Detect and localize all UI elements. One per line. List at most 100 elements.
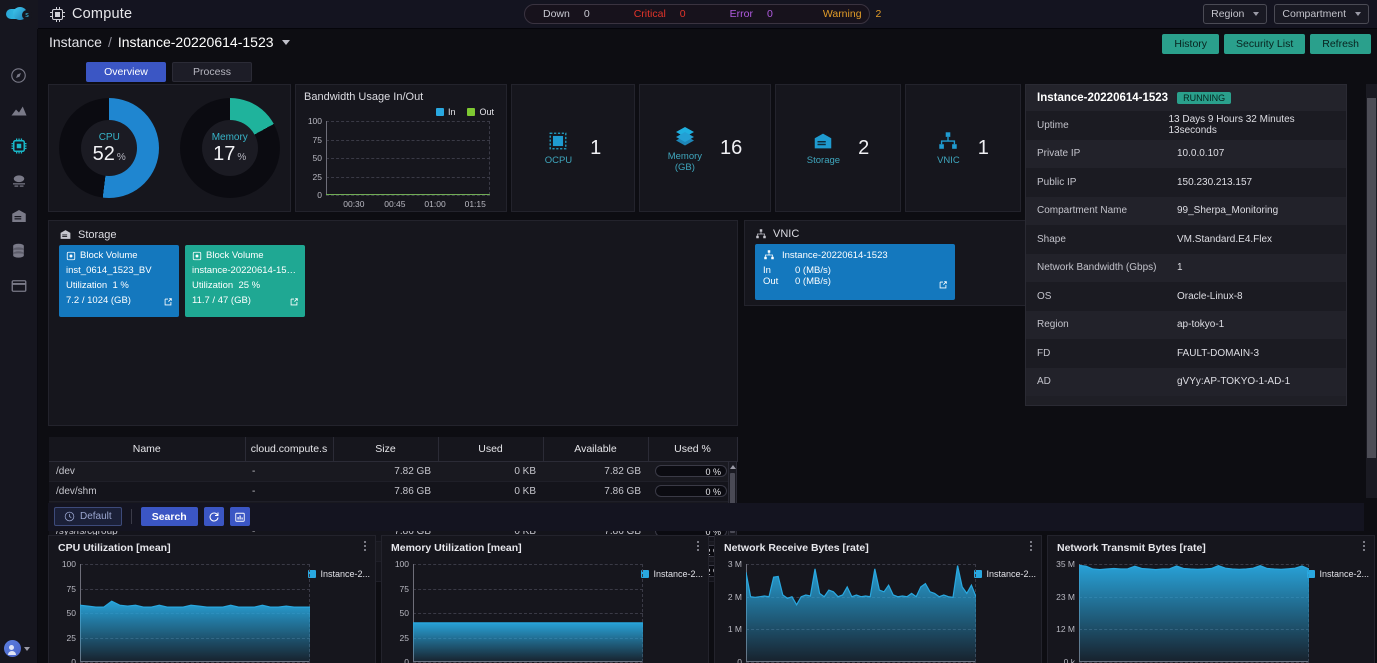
tab-process[interactable]: Process <box>172 62 252 82</box>
storage-icon <box>815 133 832 149</box>
chart-menu-icon[interactable] <box>1030 541 1032 551</box>
app-title: Compute <box>72 6 133 22</box>
external-link-icon[interactable] <box>289 294 299 312</box>
breadcrumb-row: Instance / Instance-20220614-1523 Histor… <box>38 29 1377 58</box>
sidebar-item-storage[interactable] <box>0 198 38 233</box>
metric-card-vnic[interactable]: VNIC 1 <box>905 84 1021 212</box>
history-button[interactable]: History <box>1162 34 1220 54</box>
chart-legend[interactable]: Instance-2... <box>1307 569 1369 579</box>
x-tick-label: 01:15 <box>464 199 486 209</box>
table-header-cell[interactable]: Size <box>333 437 439 462</box>
breadcrumb-current: Instance-20220614-1523 <box>117 34 274 50</box>
compartment-select[interactable]: Compartment <box>1274 4 1369 24</box>
chart-menu-icon[interactable] <box>1363 541 1365 551</box>
chart-menu-icon[interactable] <box>697 541 699 551</box>
cloud-network-icon <box>12 174 25 187</box>
y-tick-label: 100 <box>394 559 409 569</box>
chart-card-network-transmit: Network Transmit Bytes [rate] Instance-2… <box>1047 535 1375 663</box>
y-tick-label: 75 <box>312 134 322 145</box>
table-header-cell[interactable]: cloud.compute.s <box>245 437 334 462</box>
status-badge: RUNNING <box>1177 92 1232 104</box>
status-down[interactable]: Down 0 <box>543 8 590 20</box>
table-row[interactable]: /dev - 7.82 GB 0 KB 7.82 GB 0 % <box>49 461 737 482</box>
chevron-down-icon[interactable] <box>281 39 290 45</box>
chart-add-icon <box>235 512 245 522</box>
instance-detail-title: Instance-20220614-1523 <box>1037 92 1169 104</box>
status-warning[interactable]: Warning 2 <box>823 8 882 20</box>
content-scrollbar[interactable] <box>1366 84 1377 498</box>
chart-legend-label: Instance-2... <box>1319 569 1369 579</box>
sidebar-item-compass[interactable] <box>0 58 38 93</box>
table-header-cell[interactable]: Name <box>49 437 246 462</box>
status-critical[interactable]: Critical 0 <box>634 8 686 20</box>
breadcrumb-root[interactable]: Instance <box>49 34 102 50</box>
block-volume-icon <box>192 251 202 260</box>
chart-legend[interactable]: Instance-2... <box>974 569 1036 579</box>
block-volume-icon <box>66 251 76 260</box>
table-header-cell[interactable]: Used % <box>648 437 738 462</box>
metric-card-storage-value: 2 <box>858 136 870 159</box>
page-actions: History Security List Refresh <box>1162 34 1371 54</box>
table-row[interactable]: /dev/shm - 7.86 GB 0 KB 7.86 GB 0 % <box>49 481 737 502</box>
logo-letter: s <box>22 10 32 20</box>
compute-chip-icon <box>11 138 26 153</box>
y-tick-label: 0 <box>317 190 322 200</box>
sidebar-item-database[interactable] <box>0 233 38 268</box>
breadcrumb-separator: / <box>107 34 112 50</box>
external-link-icon[interactable] <box>938 277 948 295</box>
chart-legend[interactable]: Instance-2... <box>308 569 370 579</box>
detail-key: Uptime <box>1037 119 1069 131</box>
metric-card-memory[interactable]: Memory (GB) 16 <box>639 84 771 212</box>
cell-volume: - <box>245 481 333 502</box>
add-chart-button[interactable] <box>229 507 250 526</box>
refresh-icon-button[interactable] <box>203 507 224 526</box>
gauge-memory-label: Memory <box>211 132 248 143</box>
chart-menu-icon[interactable] <box>364 541 366 551</box>
table-header-cell[interactable]: Available <box>543 437 649 462</box>
app-logo[interactable]: s <box>0 0 38 29</box>
user-menu[interactable] <box>4 640 30 657</box>
refresh-button[interactable]: Refresh <box>1310 34 1371 54</box>
bandwidth-legend: In Out <box>435 107 494 117</box>
sidebar-item-network[interactable] <box>0 163 38 198</box>
detail-row: Compartment Name 99_Sherpa_Monitoring <box>1026 196 1346 225</box>
compartment-select-label: Compartment <box>1282 8 1346 20</box>
default-time-range-button[interactable]: Default <box>54 507 122 526</box>
volume-card[interactable]: Block Volume instance-20220614-1523... U… <box>185 245 305 317</box>
volume-card[interactable]: Block Volume inst_0614_1523_BV Utilizati… <box>59 245 179 317</box>
legend-in[interactable]: In <box>435 107 455 117</box>
search-button[interactable]: Search <box>140 507 198 526</box>
vnic-card[interactable]: Instance-20220614-1523 In 0 (MB/s) Out 0 (… <box>755 244 955 300</box>
sidebar-item-compute[interactable] <box>0 128 38 163</box>
status-error[interactable]: Error 0 <box>730 8 773 20</box>
gauge-cpu-label: CPU <box>98 132 120 143</box>
sidebar-item-card[interactable] <box>0 268 38 303</box>
ocpu-icon <box>549 132 567 150</box>
scroll-up-arrow-icon[interactable] <box>729 463 736 471</box>
metric-card-storage-label: Storage <box>806 155 841 166</box>
y-tick-label: 0 <box>404 657 409 663</box>
sidebar-item-analytics[interactable] <box>0 93 38 128</box>
detail-row: AD gVYy:AP-TOKYO-1-AD-1 <box>1026 367 1346 396</box>
table-header-cell[interactable]: Used <box>438 437 544 462</box>
chart-plot-area: 025507510000:3000:4501:0001:15 <box>62 559 310 663</box>
status-critical-value: 0 <box>679 8 686 20</box>
y-tick-label: 0 <box>737 657 742 663</box>
tab-bar: Overview Process <box>86 62 252 82</box>
chart-legend[interactable]: Instance-2... <box>641 569 703 579</box>
cell-used-pct: 0 % <box>648 461 737 482</box>
tab-overview[interactable]: Overview <box>86 62 166 82</box>
metric-card-storage[interactable]: Storage 2 <box>775 84 901 212</box>
chart-legend-label: Instance-2... <box>653 569 703 579</box>
chart-card-network-receive: Network Receive Bytes [rate] Instance-2.… <box>714 535 1042 663</box>
gauge-cpu: CPU 52% <box>59 98 160 198</box>
x-tick-label: 00:45 <box>384 199 406 209</box>
legend-out[interactable]: Out <box>467 107 494 117</box>
metric-card-ocpu[interactable]: OCPU 1 <box>511 84 635 212</box>
external-link-icon[interactable] <box>163 294 173 312</box>
volume-card-utilization: Utilization 1 % <box>66 280 129 291</box>
security-list-button[interactable]: Security List <box>1224 34 1306 54</box>
region-select[interactable]: Region <box>1203 4 1268 24</box>
detail-row: OS Oracle-Linux-8 <box>1026 282 1346 311</box>
bandwidth-chart-card: Bandwidth Usage In/Out In Out 0 25 50 75 100… <box>295 84 507 212</box>
